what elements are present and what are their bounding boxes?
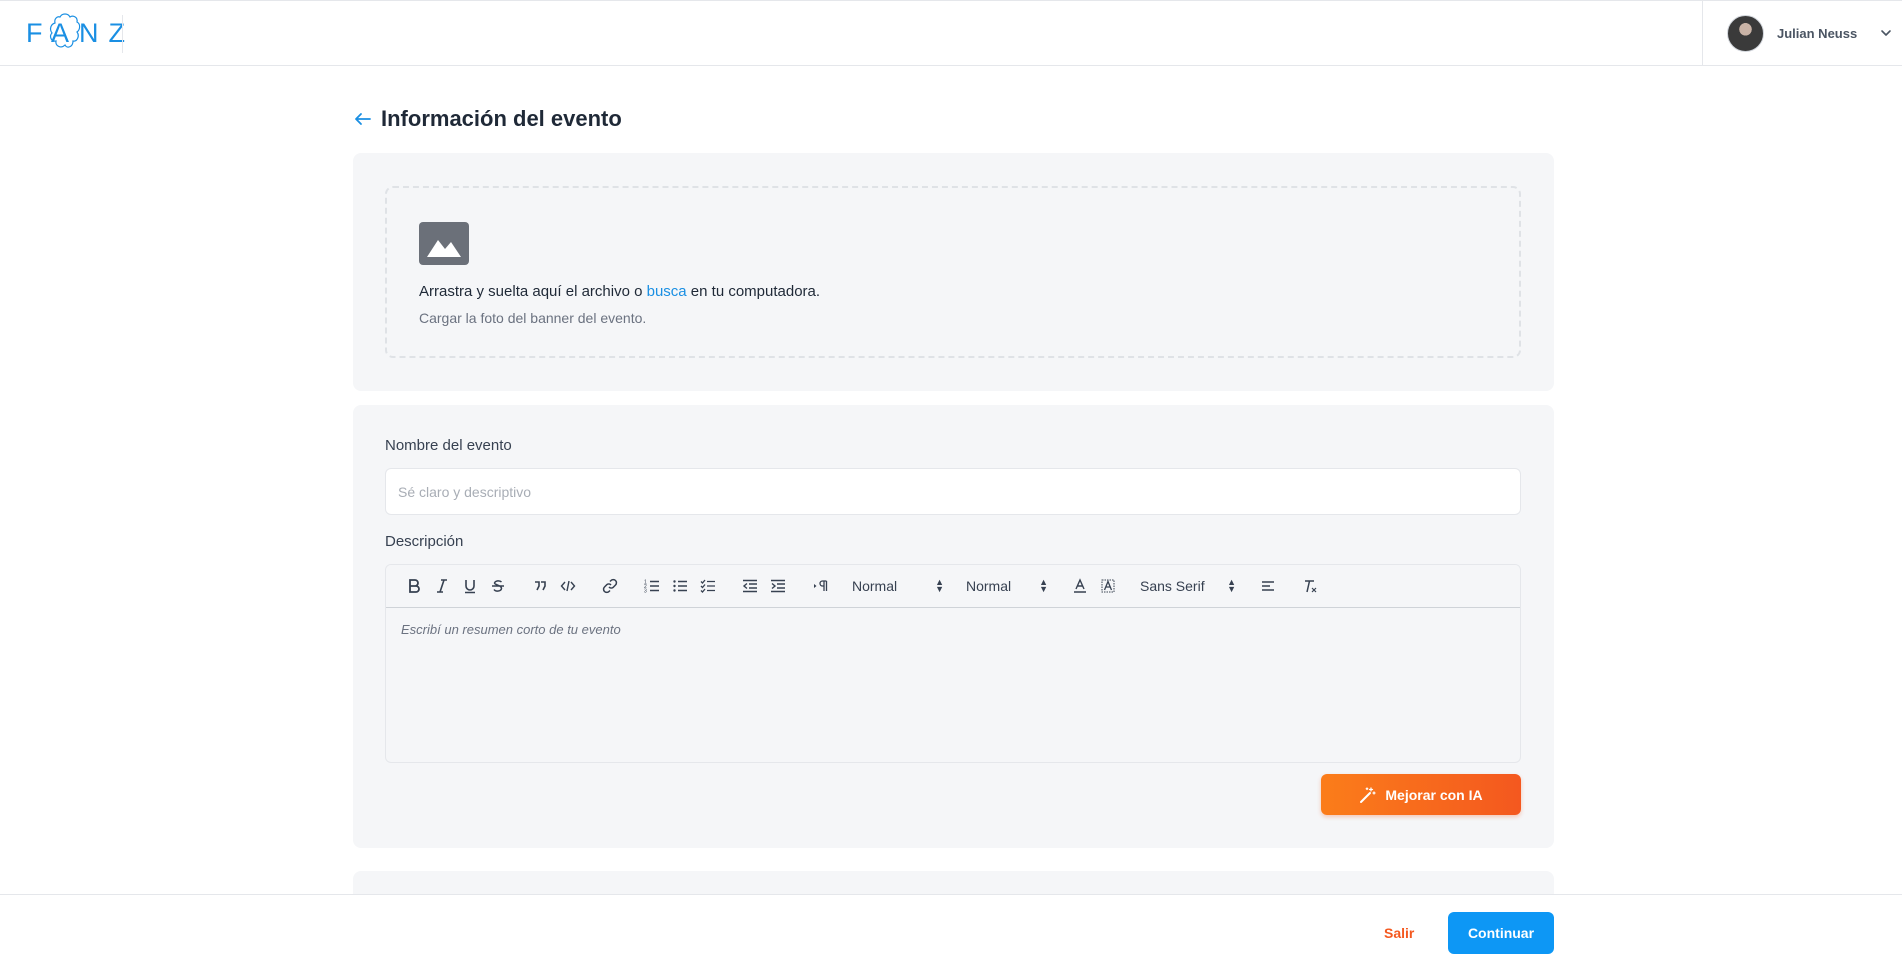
- indent-button[interactable]: [764, 572, 792, 600]
- underline-button[interactable]: [456, 572, 484, 600]
- description-editor-body[interactable]: Escribí un resumen corto de tu evento: [386, 608, 1520, 651]
- clear-format-icon: [1305, 580, 1317, 593]
- select-arrows-icon: ▲ ▼: [935, 577, 944, 594]
- italic-icon: [437, 579, 447, 593]
- text-color-icon: [1074, 578, 1086, 593]
- text-color-button[interactable]: [1066, 572, 1094, 600]
- code-block-button[interactable]: [554, 572, 582, 600]
- browse-link[interactable]: busca: [647, 283, 687, 300]
- page-title: Información del evento: [381, 106, 622, 131]
- link-icon: [602, 578, 618, 594]
- code-icon: [560, 580, 576, 592]
- dropzone-hint: Cargar la foto del banner del evento.: [419, 310, 647, 326]
- editor-toolbar: 123 Normal ▲ ▼ Normal ▲ ▼ Sans Serif ▲ ▼: [386, 565, 1520, 608]
- event-name-label: Nombre del evento: [385, 437, 512, 454]
- improve-with-ai-label: Mejorar con IA: [1385, 786, 1483, 803]
- ordered-list-button[interactable]: 123: [638, 572, 666, 600]
- header-select-value: Normal: [852, 578, 898, 594]
- background-color-button[interactable]: [1094, 572, 1122, 600]
- magic-wand-icon: [1360, 786, 1377, 803]
- chevron-down-icon[interactable]: [1879, 26, 1893, 40]
- bold-button[interactable]: [400, 572, 428, 600]
- top-bar: FANZ Julian Neuss: [0, 0, 1902, 66]
- bold-icon: [409, 579, 420, 593]
- font-select[interactable]: Sans Serif ▲ ▼: [1136, 572, 1240, 600]
- logo-divider: [122, 15, 123, 53]
- paragraph-direction-icon: [814, 580, 828, 591]
- align-left-icon: [1262, 581, 1274, 591]
- description-label: Descripción: [385, 533, 464, 550]
- underline-icon: [465, 580, 475, 594]
- size-select-value: Normal: [966, 578, 1012, 594]
- description-placeholder: Escribí un resumen corto de tu evento: [401, 622, 621, 637]
- select-arrows-icon: ▲ ▼: [1039, 577, 1048, 594]
- banner-dropzone[interactable]: Arrastra y suelta aquí el archivo o busc…: [385, 186, 1521, 358]
- image-icon: [419, 222, 469, 265]
- ordered-list-icon: 123: [644, 580, 659, 595]
- header-select[interactable]: Normal ▲ ▼: [848, 572, 948, 600]
- font-select-value: Sans Serif: [1140, 578, 1205, 594]
- event-name-input[interactable]: [385, 468, 1521, 515]
- text-direction-button[interactable]: [806, 572, 834, 600]
- banner-upload-card: Arrastra y suelta aquí el archivo o busc…: [353, 153, 1554, 391]
- event-form-card: Nombre del evento Descripción: [353, 405, 1554, 848]
- strike-button[interactable]: [484, 572, 512, 600]
- background-color-icon: [1101, 579, 1115, 593]
- outdent-button[interactable]: [736, 572, 764, 600]
- bullet-list-icon: [673, 580, 687, 592]
- indent-icon: [771, 579, 785, 593]
- description-editor: 123 Normal ▲ ▼ Normal ▲ ▼ Sans Serif ▲ ▼…: [385, 564, 1521, 763]
- align-button[interactable]: [1254, 572, 1282, 600]
- checklist-icon: [700, 579, 715, 593]
- outdent-icon: [742, 579, 757, 593]
- clear-format-button[interactable]: [1296, 572, 1324, 600]
- strikethrough-icon: [492, 580, 504, 592]
- fanz-logo[interactable]: FANZ: [26, 11, 135, 55]
- continue-button[interactable]: Continuar: [1448, 912, 1554, 954]
- blockquote-button[interactable]: [526, 572, 554, 600]
- exit-button[interactable]: Salir: [1370, 913, 1428, 953]
- dropzone-text-before: Arrastra y suelta aquí el archivo o: [419, 283, 647, 300]
- link-button[interactable]: [596, 572, 624, 600]
- size-select[interactable]: Normal ▲ ▼: [962, 572, 1052, 600]
- dropzone-text-after: en tu computadora.: [686, 283, 821, 300]
- quote-icon: [535, 581, 546, 591]
- user-menu[interactable]: Julian Neuss: [1702, 1, 1902, 65]
- svg-text:3: 3: [644, 589, 647, 595]
- user-avatar[interactable]: [1727, 14, 1764, 52]
- select-arrows-icon: ▲ ▼: [1227, 577, 1236, 594]
- dropzone-text: Arrastra y suelta aquí el archivo o busc…: [419, 283, 820, 300]
- bullet-list-button[interactable]: [666, 572, 694, 600]
- improve-with-ai-button[interactable]: Mejorar con IA: [1321, 774, 1521, 815]
- italic-button[interactable]: [428, 572, 456, 600]
- checklist-button[interactable]: [694, 572, 722, 600]
- logo-text: FANZ: [26, 17, 136, 48]
- arrow-left-icon[interactable]: [353, 109, 373, 129]
- footer-bar: Salir Continuar: [0, 894, 1902, 968]
- user-name: Julian Neuss: [1777, 25, 1858, 41]
- page-header: Información del evento: [353, 106, 622, 132]
